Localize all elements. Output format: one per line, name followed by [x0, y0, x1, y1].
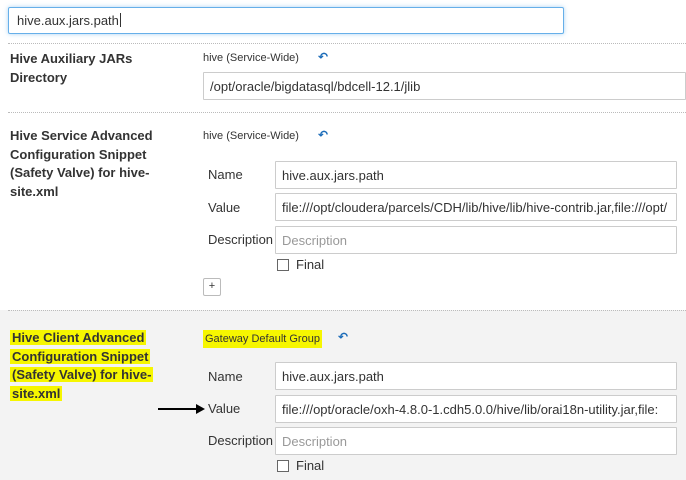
value-field[interactable]: file:///opt/oracle/oxh-4.8.0-1.cdh5.0.0/… [275, 395, 677, 423]
description-field[interactable]: Description [275, 226, 677, 254]
arrow-right-icon-head [196, 404, 205, 414]
name-field[interactable]: hive.aux.jars.path [275, 161, 677, 189]
name-field[interactable]: hive.aux.jars.path [275, 362, 677, 390]
highlighted-title: Hive Client Advanced Configuration Snipp… [10, 330, 154, 401]
divider [8, 43, 686, 44]
search-input-value: hive.aux.jars.path [17, 13, 119, 28]
description-field[interactable]: Description [275, 427, 677, 455]
name-label: Name [208, 369, 243, 384]
final-label: Final [296, 257, 325, 272]
revert-arrow-icon[interactable]: ↶ [338, 330, 348, 344]
final-checkbox[interactable] [277, 460, 289, 472]
description-label: Description [208, 433, 274, 448]
add-button[interactable]: + [203, 278, 221, 296]
revert-arrow-icon[interactable]: ↶ [318, 50, 328, 64]
value-label: Value [208, 401, 241, 416]
description-label: Description [208, 232, 274, 247]
divider [8, 112, 686, 113]
scope-label[interactable]: hive (Service-Wide) [203, 52, 299, 64]
search-input[interactable]: hive.aux.jars.path [8, 7, 564, 34]
revert-arrow-icon[interactable]: ↶ [318, 128, 328, 142]
property-title: Hive Auxiliary JARs Directory [10, 51, 133, 85]
value-field[interactable]: file:///opt/cloudera/parcels/CDH/lib/hiv… [275, 193, 677, 221]
final-label: Final [296, 458, 325, 473]
scope-label[interactable]: hive (Service-Wide) [203, 130, 299, 142]
value-label: Value [208, 200, 241, 215]
aux-jars-directory-field[interactable]: /opt/oracle/bigdatasql/bdcell-12.1/jlib [203, 72, 686, 100]
arrow-right-icon [158, 408, 198, 410]
property-title: Hive Service Advanced Configuration Snip… [10, 128, 153, 199]
divider [8, 310, 686, 311]
property-title: Hive Client Advanced Configuration Snipp… [10, 329, 175, 403]
text-caret [119, 13, 121, 27]
final-checkbox[interactable] [277, 259, 289, 271]
name-label: Name [208, 167, 243, 182]
scope-label[interactable]: Gateway Default Group [203, 330, 322, 348]
